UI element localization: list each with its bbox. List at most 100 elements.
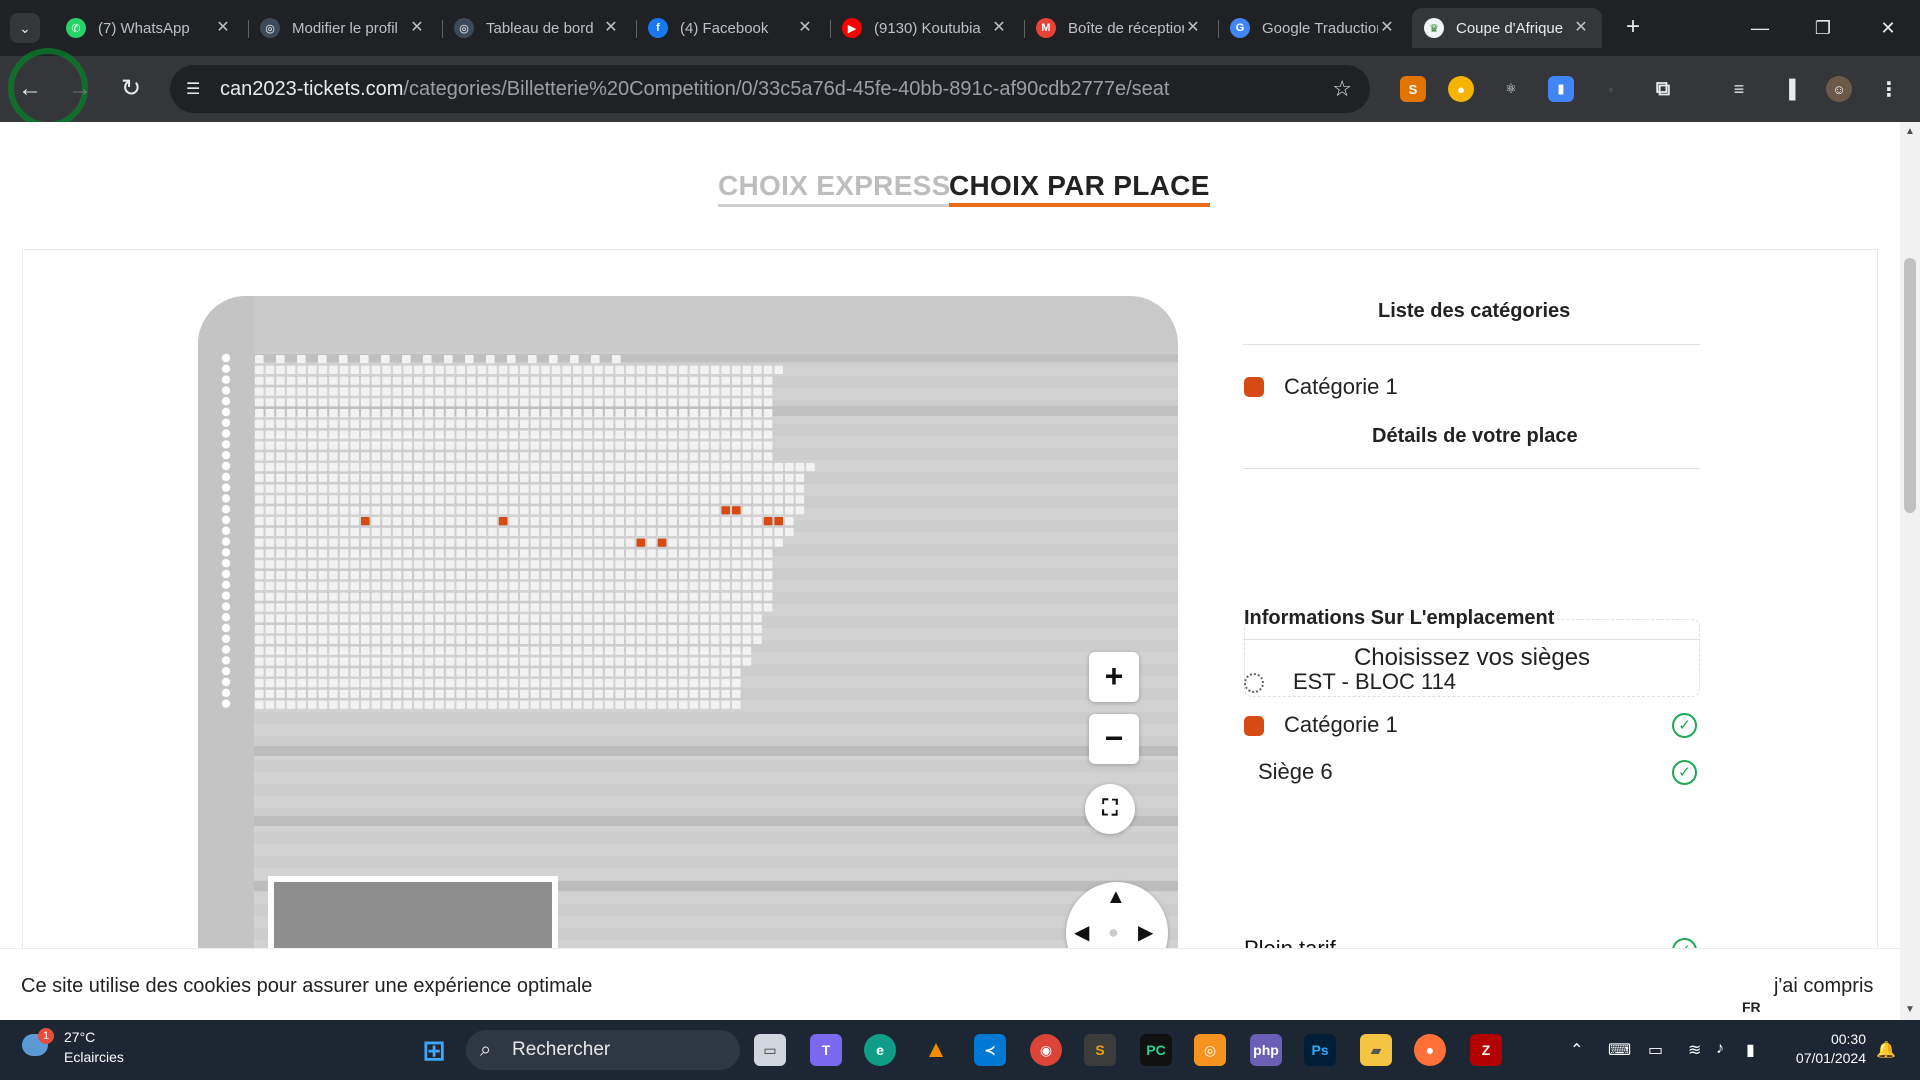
available-seat[interactable] [657,538,667,547]
pan-up-icon[interactable]: ▲ [1106,886,1126,909]
zoom-in-button[interactable]: + [1089,652,1139,702]
unavailable-seat [403,646,412,655]
unavailable-seat [753,430,762,439]
browser-tab[interactable]: G Google Traduction ✕ [1218,8,1408,48]
tab-close-icon[interactable]: ✕ [796,19,814,37]
available-seat[interactable] [498,517,508,526]
extension-icon-2[interactable]: ● [1448,76,1474,102]
browser-tab[interactable]: ◎ Tableau de bord ✕ [442,8,632,48]
scroll-down-icon[interactable]: ▼ [1904,1004,1916,1016]
task-view-icon[interactable]: ▭ [754,1034,786,1066]
unavailable-seat [435,635,444,644]
edge-icon[interactable]: e [864,1034,896,1066]
available-seat[interactable] [721,506,730,515]
unavailable-seat [647,657,656,666]
pan-left-icon[interactable]: ◀ [1074,920,1089,945]
address-bar[interactable]: ☰ can2023-tickets.com/categories/Billett… [170,65,1370,113]
teams-icon[interactable]: T [810,1034,842,1066]
maximize-button[interactable]: ❐ [1803,14,1843,42]
unavailable-seat [382,700,391,709]
browser-tab[interactable]: ▶ (9130) Koutubia ✕ [830,8,1020,48]
available-seat[interactable] [732,506,741,515]
tab-choix-express[interactable]: CHOIX EXPRESS [718,170,951,207]
extensions-puzzle-icon[interactable]: ⧉ [1650,76,1676,102]
app-icon[interactable]: ◎ [1194,1034,1226,1066]
unavailable-seat [732,387,741,396]
browser-tab[interactable]: ◎ Modifier le profil ✕ [248,8,438,48]
unavailable-seat [276,463,285,472]
unavailable-seat [445,679,455,688]
tab-close-icon[interactable]: ✕ [1572,19,1590,37]
media-control-icon[interactable]: ≡ [1726,76,1752,102]
wifi-icon[interactable]: ≋ [1688,1040,1701,1060]
windows-start-icon[interactable]: ⊞ [418,1034,450,1066]
tray-overflow-icon[interactable]: ⌃ [1570,1040,1583,1060]
tab-close-icon[interactable]: ✕ [214,19,232,37]
pan-right-icon[interactable]: ▶ [1138,920,1153,945]
tab-close-icon[interactable]: ✕ [602,19,620,37]
vlc-icon[interactable]: ▲ [920,1034,952,1066]
extension-icon-4[interactable]: ▮ [1548,76,1574,102]
bookmark-star-icon[interactable]: ☆ [1332,76,1352,102]
battery-icon[interactable]: ▮ [1746,1040,1755,1060]
system-clock[interactable]: 00:30 07/01/2024 [1786,1030,1866,1068]
tab-close-icon[interactable]: ✕ [1378,19,1396,37]
unavailable-seat [382,365,391,374]
minimize-button[interactable]: — [1740,14,1780,42]
volume-icon[interactable]: ♪ [1716,1040,1724,1058]
firefox-icon[interactable]: ● [1414,1034,1446,1066]
browser-tab[interactable]: M Boîte de réception ✕ [1024,8,1214,48]
zoom-out-button[interactable]: − [1089,714,1139,764]
browser-menu-icon[interactable]: ⋮ [1876,76,1902,102]
unavailable-seat [414,376,423,385]
side-panel-icon[interactable]: ▐ [1776,76,1802,102]
cookie-accept-button[interactable]: j'ai compris [1774,975,1873,998]
site-info-icon[interactable]: ☰ [186,79,200,99]
url-text[interactable]: can2023-tickets.com/categories/Billetter… [220,78,1170,101]
sublime-icon[interactable]: S [1084,1034,1116,1066]
profile-avatar[interactable]: ☺ [1826,76,1852,102]
display-icon[interactable]: ▭ [1648,1040,1663,1060]
page-scrollbar[interactable]: ▲ ▼ [1900,122,1920,1020]
available-seat[interactable] [763,517,773,526]
vscode-icon[interactable]: ≺ [974,1034,1006,1066]
chrome-icon[interactable]: ◉ [1030,1034,1062,1066]
react-devtools-icon[interactable]: ⚛ [1498,76,1524,102]
extension-icon-1[interactable]: S [1400,76,1426,102]
browser-tab[interactable]: f (4) Facebook ✕ [636,8,826,48]
tab-close-icon[interactable]: ✕ [990,19,1008,37]
taskbar-search[interactable]: ⌕ Rechercher [466,1030,740,1070]
photoshop-icon[interactable]: Ps [1304,1034,1336,1066]
fullscreen-button[interactable]: ⛶ [1085,784,1135,834]
keyboard-icon[interactable]: ⌨ [1608,1040,1631,1060]
filezilla-icon[interactable]: Z [1470,1034,1502,1066]
pycharm-icon[interactable]: PC [1140,1034,1172,1066]
reload-button[interactable]: ↻ [113,71,149,107]
available-seat[interactable] [774,517,783,526]
available-seat[interactable] [361,517,370,526]
php-icon[interactable]: php [1250,1034,1282,1066]
tab-close-icon[interactable]: ✕ [1184,19,1202,37]
new-tab-button[interactable]: + [1618,13,1648,43]
available-seat[interactable] [636,538,646,547]
unavailable-seat [753,506,762,515]
close-window-button[interactable]: ✕ [1868,14,1908,42]
scroll-up-icon[interactable]: ▲ [1904,126,1916,138]
browser-tab[interactable]: ♛ Coupe d'Afrique ✕ [1412,8,1602,48]
tab-close-icon[interactable]: ✕ [408,19,426,37]
extension-icon-5[interactable]: ◦ [1598,76,1624,102]
notifications-bell-icon[interactable]: 🔔 [1876,1040,1896,1060]
file-explorer-icon[interactable]: ▰ [1360,1034,1392,1066]
tab-search-button[interactable]: ⌄ [10,13,40,43]
browser-tab[interactable]: ✆ (7) WhatsApp ✕ [54,8,244,48]
tab-choix-par-place[interactable]: CHOIX PAR PLACE [949,170,1210,207]
unavailable-seat [551,495,561,504]
pan-center-icon[interactable]: ● [1108,922,1119,943]
category-label[interactable]: Catégorie 1 [1284,374,1398,400]
back-button[interactable]: ← [12,71,48,107]
seat-map[interactable]: + − ⛶ ▲ ▼ ◀ ▶ ● [198,296,1178,1020]
forward-button[interactable]: → [62,71,98,107]
unavailable-seat [742,365,752,374]
language-indicator[interactable]: FR [1742,999,1761,1015]
scroll-thumb[interactable] [1904,258,1916,513]
